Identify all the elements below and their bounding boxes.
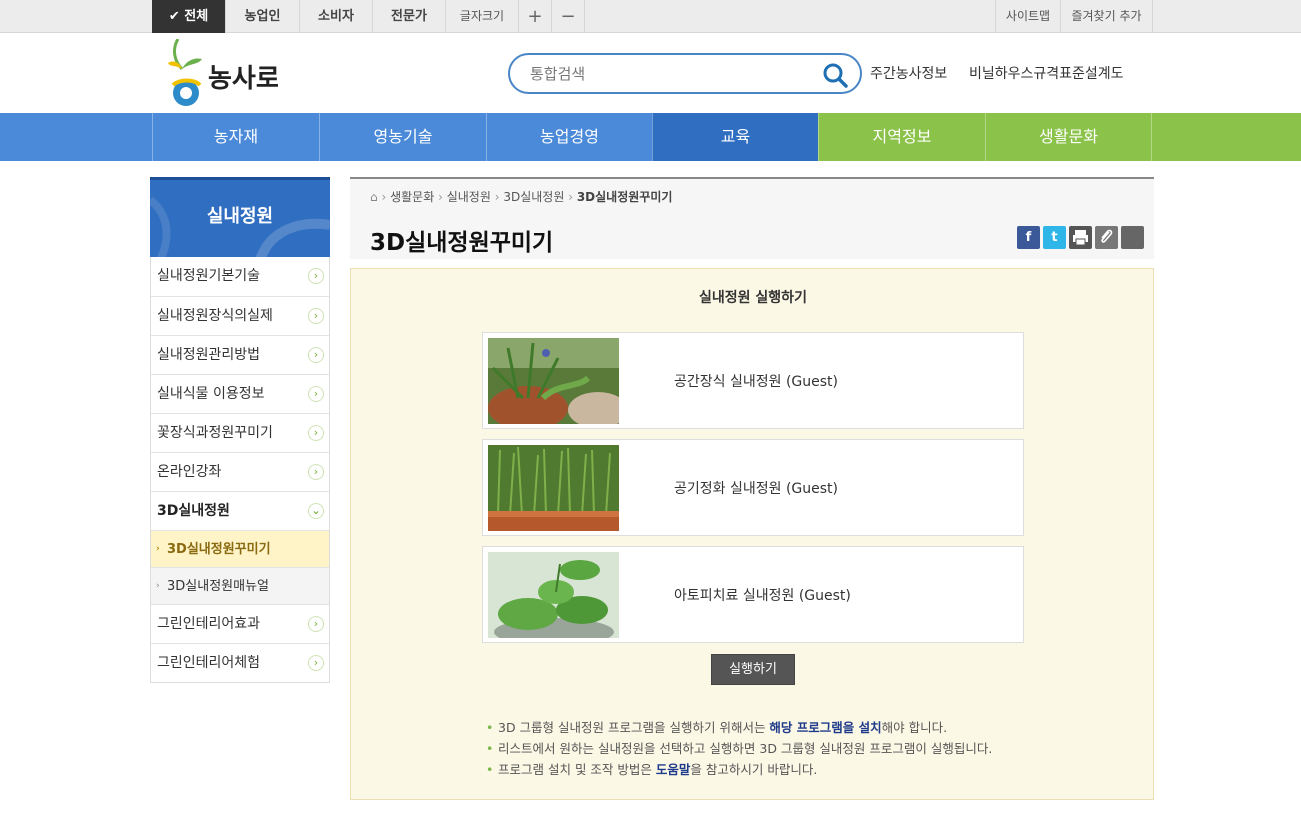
chevron-right-icon: ›: [308, 268, 324, 284]
chevron-right-icon: ›: [308, 386, 324, 402]
sidebar-item-online-course[interactable]: 온라인강좌 ›: [151, 452, 329, 491]
bookmark-link[interactable]: 즐겨찾기 추가: [1061, 0, 1153, 33]
install-program-link[interactable]: 해당 프로그램을 설치: [769, 720, 881, 735]
more-icon[interactable]: [1121, 226, 1144, 249]
sidebar-item-flower-garden[interactable]: 꽃장식과정원꾸미기 ›: [151, 413, 329, 452]
nav-regional-info[interactable]: 지역정보: [818, 113, 985, 161]
chevron-right-icon: ›: [308, 616, 324, 632]
nav-farm-management[interactable]: 농업경영: [486, 113, 652, 161]
sidebar-menu: 실내정원기본기술 › 실내정원장식의실제 › 실내정원관리방법 › 실내식물 이용정보…: [150, 257, 330, 683]
garden-label: 아토피치료 실내정원 (Guest): [674, 588, 851, 604]
chevron-right-icon: ›: [308, 425, 324, 441]
run-button[interactable]: 실행하기: [711, 654, 795, 685]
bullet-icon: ›: [156, 581, 160, 591]
sitemap-link[interactable]: 사이트맵: [995, 0, 1061, 33]
print-icon[interactable]: [1069, 226, 1092, 249]
font-increase-button[interactable]: +: [519, 0, 552, 33]
font-size-label: 글자크기: [446, 0, 519, 33]
check-icon: ✔: [168, 9, 180, 24]
instruction-item: • 리스트에서 원하는 실내정원을 선택하고 실행하면 3D 그룹형 실내정원 프…: [486, 741, 993, 756]
breadcrumb: ⌂ › 생활문화 › 실내정원 › 3D실내정원 › 3D실내정원꾸미기: [370, 190, 673, 204]
instruction-item: • 프로그램 설치 및 조작 방법은 도움말을 참고하시기 바랍니다.: [486, 762, 818, 777]
main-content: 실내정원 실행하기 공간장식 실내정원 (Guest) 공기정화 실내정원 (G…: [350, 268, 1154, 800]
nav-farm-materials[interactable]: 농자재: [152, 113, 319, 161]
attach-icon[interactable]: [1095, 226, 1118, 249]
filter-farmer-button[interactable]: 농업인: [226, 0, 300, 33]
chevron-right-icon: ›: [308, 464, 324, 480]
sidebar-subitem-3d-manual[interactable]: › 3D실내정원매뉴얼: [151, 567, 329, 604]
garden-label: 공기정화 실내정원 (Guest): [674, 481, 838, 497]
garden-option-space-decoration[interactable]: 공간장식 실내정원 (Guest): [482, 332, 1024, 429]
filter-consumer-button[interactable]: 소비자: [300, 0, 373, 33]
bullet-icon: ›: [156, 544, 160, 554]
site-logo[interactable]: 농사로: [168, 38, 280, 109]
site-header: 농사로 주간농사정보 비닐하우스규격표준설계도: [0, 33, 1301, 113]
content-title: 실내정원 실행하기: [699, 290, 807, 306]
filter-all-button[interactable]: ✔ 전체: [152, 0, 226, 33]
page-header: ⌂ › 생활문화 › 실내정원 › 3D실내정원 › 3D실내정원꾸미기 3D실…: [350, 177, 1154, 259]
breadcrumb-current: 3D실내정원꾸미기: [576, 190, 673, 204]
breadcrumb-item[interactable]: 3D실내정원: [503, 190, 564, 204]
main-navigation: 농자재 영농기술 농업경영 교육 지역정보 생활문화: [0, 113, 1301, 161]
search-input[interactable]: [530, 63, 810, 85]
search-box: [508, 53, 862, 94]
top-utility-bar: ✔ 전체 농업인 소비자 전문가 글자크기 + − 사이트맵 즐겨찾기 추가: [0, 0, 1301, 33]
sidebar-item-decoration[interactable]: 실내정원장식의실제 ›: [151, 296, 329, 335]
sidebar-subitem-3d-decorate[interactable]: › 3D실내정원꾸미기: [151, 530, 329, 567]
sidebar-item-green-interior-experience[interactable]: 그린인테리어체험 ›: [151, 643, 329, 682]
breadcrumb-item[interactable]: 실내정원: [447, 190, 491, 204]
twitter-icon[interactable]: t: [1043, 226, 1066, 249]
sidebar-title: 실내정원: [150, 177, 330, 257]
facebook-icon[interactable]: f: [1017, 226, 1040, 249]
chevron-right-icon: ›: [308, 308, 324, 324]
search-button[interactable]: [822, 62, 848, 88]
chevron-right-icon: ›: [308, 347, 324, 363]
garden-thumbnail: [488, 338, 619, 424]
nav-farming-tech[interactable]: 영농기술: [319, 113, 486, 161]
instruction-item: • 3D 그룹형 실내정원 프로그램을 실행하기 위해서는 해당 프로그램을 설치…: [486, 720, 948, 735]
sidebar-item-green-interior-effect[interactable]: 그린인테리어효과 ›: [151, 604, 329, 643]
font-decrease-button[interactable]: −: [552, 0, 585, 33]
sidebar-item-management[interactable]: 실내정원관리방법 ›: [151, 335, 329, 374]
garden-option-atopy-treatment[interactable]: 아토피치료 실내정원 (Guest): [482, 546, 1024, 643]
garden-thumbnail: [488, 552, 619, 638]
sidebar-item-plant-info[interactable]: 실내식물 이용정보 ›: [151, 374, 329, 413]
home-icon[interactable]: ⌂: [370, 190, 378, 204]
nav-lifestyle[interactable]: 생활문화: [985, 113, 1152, 161]
chevron-right-icon: ›: [308, 655, 324, 671]
page-title: 3D실내정원꾸미기: [370, 230, 554, 256]
garden-thumbnail: [488, 445, 619, 531]
breadcrumb-item[interactable]: 생활문화: [390, 190, 434, 204]
logo-text: 농사로: [208, 64, 278, 94]
sidebar-item-3d-garden[interactable]: 3D실내정원 ⌄: [151, 491, 329, 530]
weekly-farm-info-link[interactable]: 주간농사정보: [870, 63, 947, 83]
instruction-list: • 3D 그룹형 실내정원 프로그램을 실행하기 위해서는 해당 프로그램을 설치…: [486, 717, 1026, 780]
chevron-down-icon: ⌄: [308, 503, 324, 519]
logo-icon: 농사로: [168, 38, 280, 106]
search-icon: [823, 63, 848, 88]
greenhouse-design-link[interactable]: 비닐하우스규격표준설계도: [969, 63, 1124, 83]
nav-education[interactable]: 교육: [652, 113, 818, 161]
sidebar-item-basic-tech[interactable]: 실내정원기본기술 ›: [151, 257, 329, 296]
garden-option-air-purification[interactable]: 공기정화 실내정원 (Guest): [482, 439, 1024, 536]
help-link[interactable]: 도움말: [656, 762, 691, 777]
garden-label: 공간장식 실내정원 (Guest): [674, 374, 838, 390]
filter-expert-button[interactable]: 전문가: [373, 0, 446, 33]
